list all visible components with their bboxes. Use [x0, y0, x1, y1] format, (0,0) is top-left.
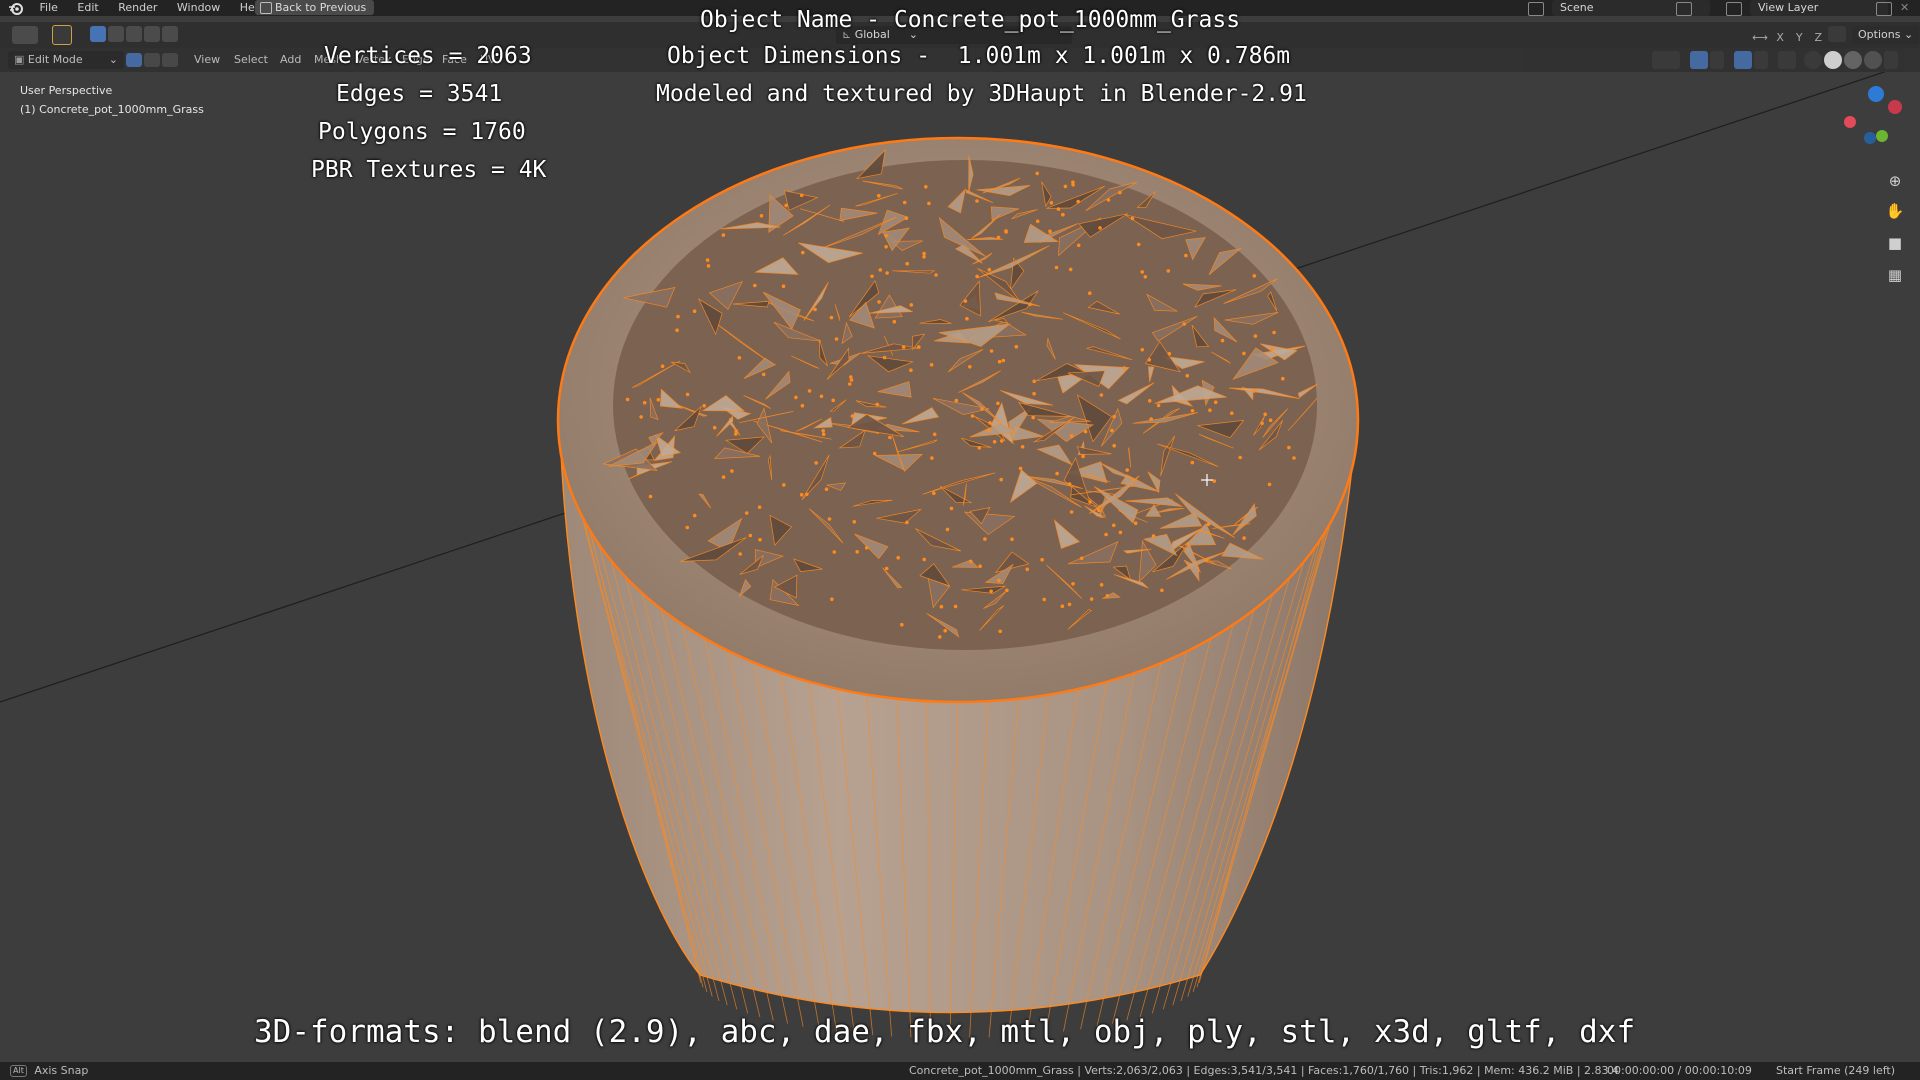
mirror-z-toggle[interactable]: Z: [1811, 31, 1825, 44]
overlay-object-name: Object Name - Concrete_pot_1000mm_Grass: [700, 7, 1241, 33]
overlay-textures: PBR Textures = 4K: [311, 157, 547, 183]
editor-type-icon[interactable]: [12, 26, 38, 44]
status-bar: Alt Axis Snap Concrete_pot_1000mm_Grass …: [0, 1062, 1920, 1080]
overlays-dropdown-icon[interactable]: [1754, 51, 1768, 69]
viewport-canvas[interactable]: [0, 72, 1920, 1062]
viewport-perspective-label: User Perspective: [20, 84, 113, 97]
close-icon[interactable]: ✕: [1900, 0, 1909, 16]
alt-key-icon: Alt: [10, 1065, 27, 1077]
gizmo-toggle-icon[interactable]: [1690, 51, 1708, 69]
select-subtract-icon[interactable]: [126, 26, 142, 42]
overlays-toggle-icon[interactable]: [1734, 51, 1752, 69]
zoom-icon[interactable]: ⊕: [1884, 170, 1906, 192]
back-to-previous-label: Back to Previous: [275, 1, 367, 14]
back-icon: [260, 2, 272, 14]
view-layer-name: View Layer: [1758, 1, 1819, 14]
material-preview-shading-icon[interactable]: [1844, 51, 1862, 69]
scene-name: Scene: [1560, 1, 1594, 14]
header-menu-add[interactable]: Add: [280, 51, 301, 69]
shading-dropdown-icon[interactable]: [1884, 51, 1898, 69]
vertex-select-icon[interactable]: [126, 53, 142, 67]
view-layer-copy-icon[interactable]: [1876, 2, 1892, 16]
mirror-x-toggle[interactable]: X: [1773, 31, 1787, 44]
gizmo-dropdown-icon[interactable]: [1710, 51, 1724, 69]
mirror-axes: ⟷ X Y Z: [1752, 26, 1825, 45]
blender-logo-icon[interactable]: [8, 0, 24, 16]
mode-dropdown[interactable]: ▣ Edit Mode ⌄: [8, 51, 124, 69]
pan-hand-icon[interactable]: ✋: [1884, 200, 1906, 222]
overlay-vertices: Vertices = 2063: [324, 43, 532, 69]
menu-edit[interactable]: Edit: [69, 0, 106, 16]
wireframe-shading-icon[interactable]: [1804, 51, 1822, 69]
select-extend-icon[interactable]: [108, 26, 124, 42]
overlay-object-dimensions: Object Dimensions - 1.001m x 1.001m x 0.…: [667, 43, 1291, 69]
3d-viewport[interactable]: User Perspective (1) Concrete_pot_1000mm…: [0, 7, 1920, 1062]
xray-toggle-icon[interactable]: [1778, 51, 1796, 69]
gizmo-x-axis-icon[interactable]: [1888, 100, 1902, 114]
select-invert-icon[interactable]: [144, 26, 160, 42]
header-menu-select[interactable]: Select: [234, 51, 268, 69]
menu-file[interactable]: File: [32, 0, 66, 16]
view-layer-selector[interactable]: View Layer: [1750, 0, 1888, 16]
face-select-icon[interactable]: [162, 53, 178, 67]
scene-stats: Concrete_pot_1000mm_Grass | Verts:2,063/…: [909, 1064, 1620, 1077]
axis-snap-label: Axis Snap: [34, 1064, 89, 1077]
select-intersect-icon[interactable]: [162, 26, 178, 42]
navigation-gizmo[interactable]: [1842, 86, 1906, 150]
select-box-mode-icon[interactable]: [90, 26, 106, 42]
mirror-icon: ⟷: [1752, 31, 1768, 44]
header-menu-view[interactable]: View: [194, 51, 220, 69]
options-dropdown[interactable]: Options ⌄: [1852, 26, 1920, 44]
scene-copy-icon[interactable]: [1676, 2, 1692, 16]
options-label: Options: [1858, 28, 1901, 41]
gizmo-y-axis-icon[interactable]: [1876, 130, 1888, 142]
view-layer-type-icon[interactable]: [1726, 2, 1742, 16]
camera-view-icon[interactable]: ■: [1884, 232, 1906, 254]
viewport-object-label: (1) Concrete_pot_1000mm_Grass: [20, 103, 204, 116]
perspective-toggle-icon[interactable]: ▦: [1884, 264, 1906, 286]
gizmo-z-axis-icon[interactable]: [1868, 86, 1884, 102]
menu-render[interactable]: Render: [110, 0, 165, 16]
gizmo-neg-z-icon[interactable]: [1864, 132, 1876, 144]
edge-select-icon[interactable]: [144, 53, 160, 67]
back-to-previous-button[interactable]: Back to Previous: [255, 0, 375, 15]
rendered-shading-icon[interactable]: [1864, 51, 1882, 69]
gizmo-neg-x-icon[interactable]: [1844, 116, 1856, 128]
solid-shading-icon[interactable]: [1824, 51, 1842, 69]
overlay-polygons: Polygons = 1760: [318, 119, 526, 145]
mirror-y-toggle[interactable]: Y: [1792, 31, 1806, 44]
edit-mode-icon: ▣: [14, 53, 25, 66]
menu-window[interactable]: Window: [169, 0, 228, 16]
visibility-dropdown-icon[interactable]: [1652, 51, 1680, 69]
playback-time: 00:00:00:00 / 00:00:10:09: [1607, 1064, 1752, 1077]
overlay-credits: Modeled and textured by 3DHaupt in Blend…: [656, 81, 1307, 107]
select-tool-icon[interactable]: [52, 25, 72, 45]
overlay-edges: Edges = 3541: [336, 81, 503, 107]
scene-type-icon[interactable]: [1528, 2, 1544, 16]
auto-merge-icon[interactable]: [1828, 26, 1846, 42]
chevron-down-icon: ⌄: [108, 53, 118, 66]
overlay-formats: 3D-formats: blend (2.9), abc, dae, fbx, …: [254, 1014, 1636, 1050]
start-frame-info: Start Frame (249 left): [1776, 1064, 1896, 1077]
mode-value: Edit Mode: [27, 53, 83, 66]
main-menu: File Edit Render Window Help: [0, 0, 273, 16]
